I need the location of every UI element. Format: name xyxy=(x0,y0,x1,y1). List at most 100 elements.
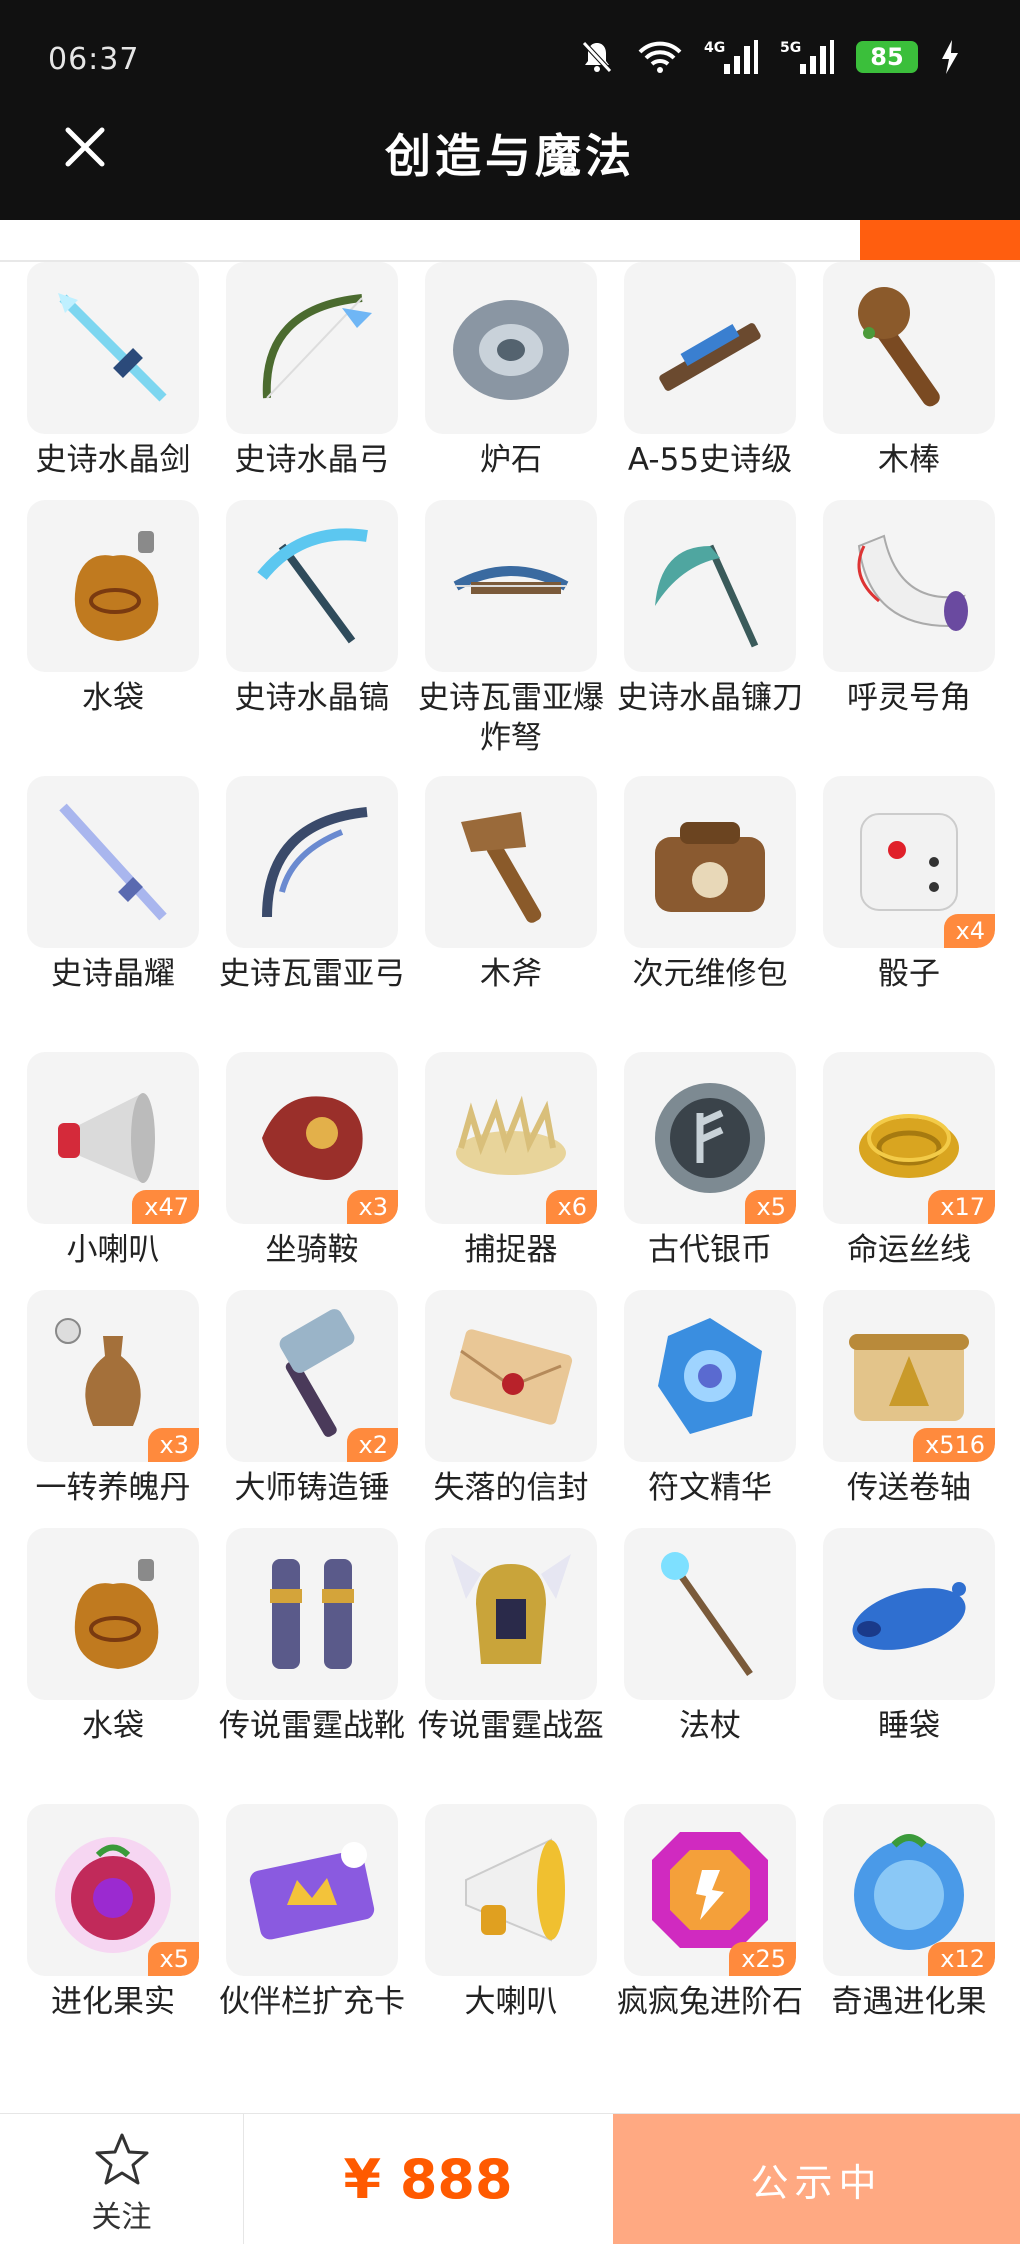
item-tile[interactable] xyxy=(226,776,398,948)
item-tile[interactable] xyxy=(226,500,398,672)
item-tile[interactable] xyxy=(27,1528,199,1700)
item-label: 史诗水晶镰刀 xyxy=(617,680,803,716)
hammer-icon xyxy=(279,1309,355,1437)
item-tile[interactable] xyxy=(226,1528,398,1700)
mute-bell-icon xyxy=(582,41,612,73)
item-tile[interactable]: x47 xyxy=(27,1052,199,1224)
signal-4g-icon: 4G xyxy=(704,40,758,74)
item-label: 传说雷霆战盔 xyxy=(418,1708,604,1744)
item-tile[interactable] xyxy=(823,1528,995,1700)
item-tile[interactable] xyxy=(624,262,796,434)
item-label: 传说雷霆战靴 xyxy=(219,1708,405,1744)
tab-accent[interactable] xyxy=(860,220,1020,260)
blue-fruit-icon xyxy=(854,1834,964,1950)
item-label: 史诗水晶镐 xyxy=(234,680,390,716)
status-time: 06:37 xyxy=(48,42,140,77)
item-label: 木斧 xyxy=(480,956,542,992)
item-label: 炉石 xyxy=(480,442,542,478)
item-label: 伙伴栏扩充卡 xyxy=(219,1984,405,2020)
item-label: 次元维修包 xyxy=(632,956,788,992)
item-tile[interactable] xyxy=(624,500,796,672)
item-tile[interactable]: x3 xyxy=(27,1290,199,1462)
item-tile[interactable]: x3 xyxy=(226,1052,398,1224)
rope-icon xyxy=(859,1114,959,1178)
item-tile[interactable] xyxy=(226,262,398,434)
signal-5g-icon: 5G xyxy=(780,40,834,74)
item-label: 水袋 xyxy=(82,1708,144,1744)
item-tile[interactable]: x6 xyxy=(425,1052,597,1224)
battery-indicator: 85 xyxy=(856,41,918,73)
item-tile[interactable] xyxy=(624,776,796,948)
item-tile[interactable] xyxy=(823,262,995,434)
item-tile[interactable] xyxy=(823,500,995,672)
item-tile[interactable]: x5 xyxy=(624,1052,796,1224)
item-tile[interactable] xyxy=(425,1804,597,1976)
item-label: 史诗水晶弓 xyxy=(234,442,390,478)
glow-sword-icon xyxy=(59,803,167,921)
item-tile[interactable] xyxy=(624,1290,796,1462)
rifle-icon xyxy=(659,323,761,391)
item-tile[interactable]: x4 xyxy=(823,776,995,948)
item-label: 进化果实 xyxy=(51,1984,175,2020)
crystal-pickaxe-icon xyxy=(257,528,368,644)
item-label: 小喇叭 xyxy=(66,1232,160,1268)
item-tile[interactable]: x5 xyxy=(27,1804,199,1976)
boots-icon xyxy=(270,1559,354,1669)
trap-icon xyxy=(456,1095,566,1175)
fruit-icon xyxy=(55,1837,171,1953)
item-tile[interactable] xyxy=(226,1804,398,1976)
item-tile[interactable] xyxy=(27,776,199,948)
item-tile[interactable] xyxy=(425,262,597,434)
hearthstone-icon xyxy=(453,300,569,400)
item-tile[interactable] xyxy=(27,262,199,434)
item-label: 骰子 xyxy=(878,956,940,992)
item-label: 呼灵号角 xyxy=(847,680,971,716)
item-tile[interactable] xyxy=(425,776,597,948)
follow-label: 关注 xyxy=(91,2200,152,2235)
item-label: 大师铸造锤 xyxy=(234,1470,390,1506)
water-bag-icon xyxy=(74,531,159,641)
follow-button[interactable]: 关注 xyxy=(0,2114,244,2244)
item-tile[interactable]: x516 xyxy=(823,1290,995,1462)
gem-icon xyxy=(652,1832,768,1948)
status-icons: 4G 5G 85 xyxy=(578,38,960,76)
sleeping-bag-icon xyxy=(852,1582,966,1650)
charging-icon xyxy=(942,40,958,74)
item-label: 一转养魄丹 xyxy=(35,1470,191,1506)
item-tile[interactable] xyxy=(624,1528,796,1700)
item-label: 史诗瓦雷亚弓 xyxy=(219,956,405,992)
quantity-badge: x4 xyxy=(943,914,995,948)
price: ¥ 888 xyxy=(343,2147,513,2211)
svg-text:5G: 5G xyxy=(780,40,801,56)
dice-icon xyxy=(860,813,958,911)
item-tile[interactable]: x25 xyxy=(624,1804,796,1976)
item-label: 坐骑鞍 xyxy=(265,1232,359,1268)
item-tile[interactable]: x12 xyxy=(823,1804,995,1976)
item-tile[interactable] xyxy=(425,500,597,672)
club-icon xyxy=(858,287,940,407)
item-label: 大喇叭 xyxy=(464,1984,558,2020)
staff-icon xyxy=(661,1552,753,1677)
svg-text:4G: 4G xyxy=(704,40,725,56)
item-tile[interactable] xyxy=(425,1528,597,1700)
crystal-sword-icon xyxy=(58,293,167,402)
tab-strip xyxy=(0,220,1020,262)
item-label: 水袋 xyxy=(82,680,144,716)
item-tile[interactable] xyxy=(425,1290,597,1462)
item-label: 命运丝线 xyxy=(847,1232,971,1268)
horn-icon xyxy=(857,534,968,631)
quantity-badge: x3 xyxy=(346,1190,398,1224)
dark-bow-icon xyxy=(262,807,368,918)
item-label: 史诗瓦雷亚爆炸弩 xyxy=(418,680,604,756)
item-tile[interactable]: x17 xyxy=(823,1052,995,1224)
vase-icon xyxy=(55,1318,141,1426)
rune-crystal-icon xyxy=(658,1318,762,1434)
crystal-bow-icon xyxy=(262,294,372,399)
item-tile[interactable]: x2 xyxy=(226,1290,398,1462)
bottom-bar: 关注 ¥ 888 公示中 xyxy=(0,2113,1020,2244)
item-label: 奇遇进化果 xyxy=(831,1984,987,2020)
wood-axe-icon xyxy=(461,812,542,923)
status-button[interactable]: 公示中 xyxy=(613,2114,1020,2244)
header: 创造与魔法 xyxy=(0,100,1020,220)
item-tile[interactable] xyxy=(27,500,199,672)
